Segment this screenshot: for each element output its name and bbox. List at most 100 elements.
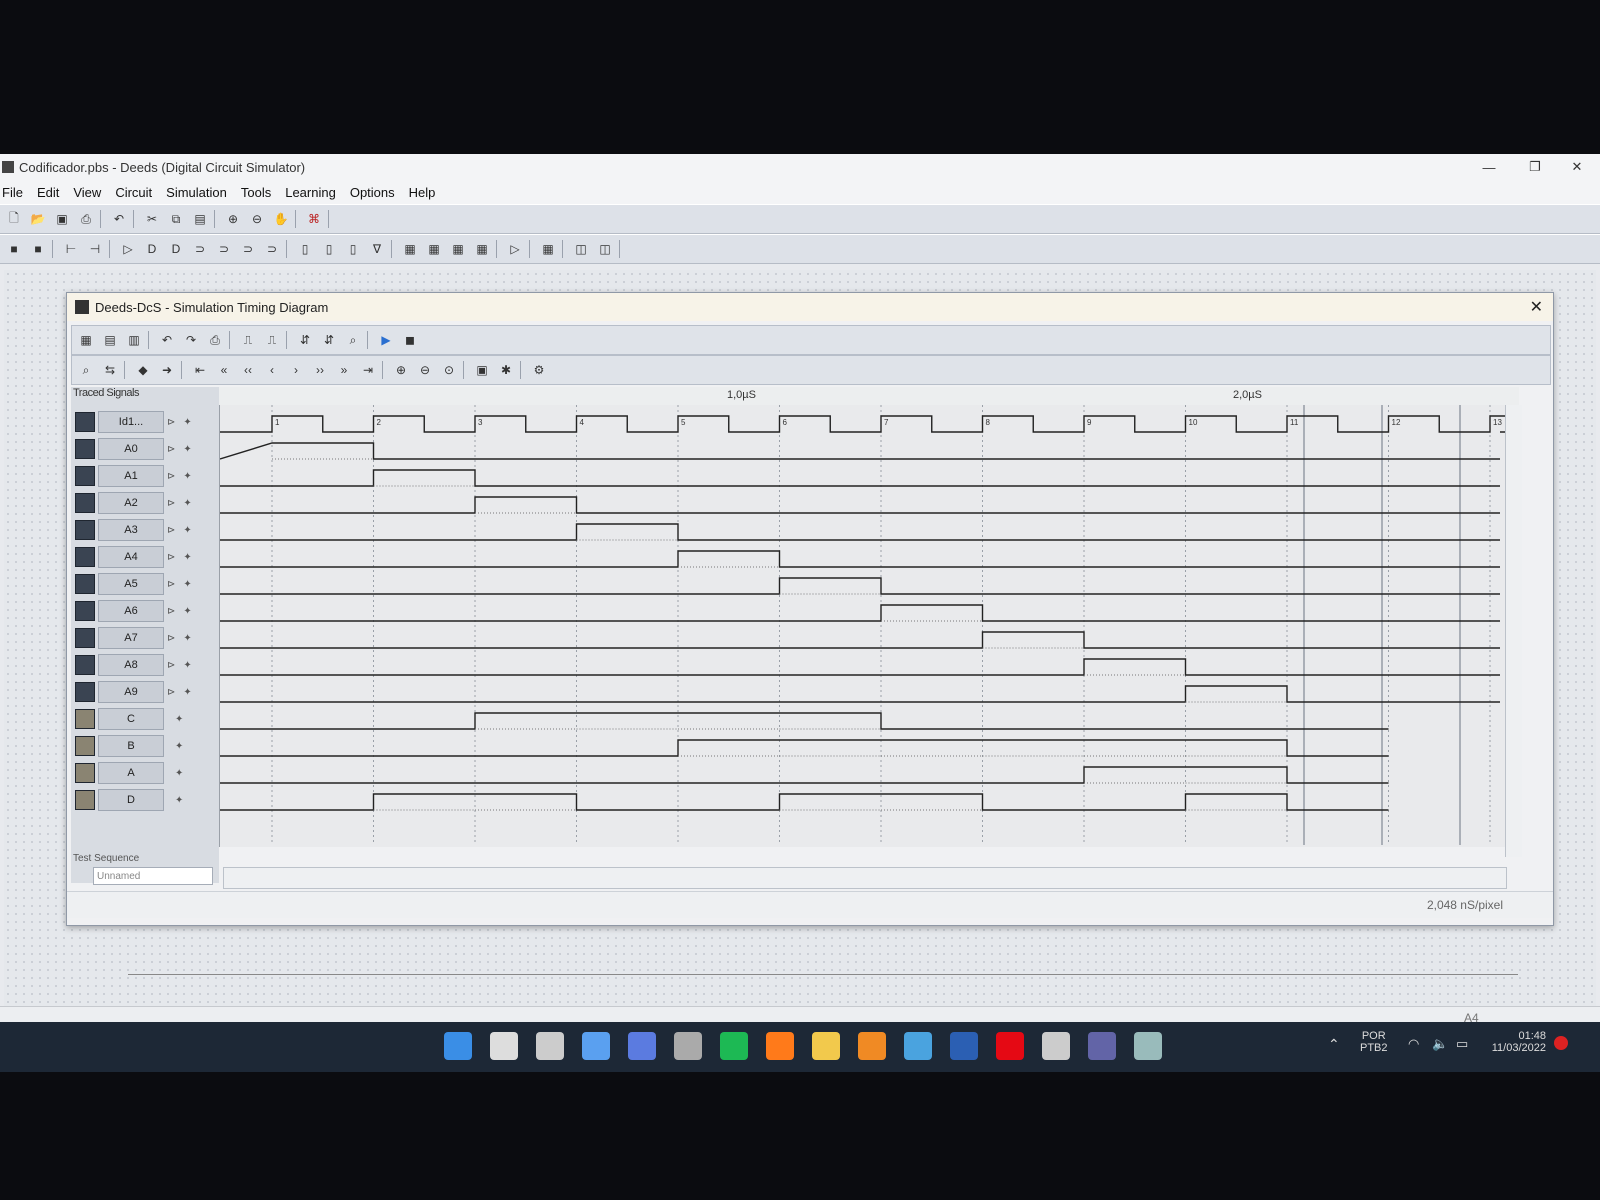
menu-edit[interactable]: Edit — [35, 185, 67, 200]
wifi-icon[interactable]: ◠ — [1408, 1036, 1419, 1052]
marker-icon[interactable]: ✦ — [183, 606, 191, 617]
xnor-gate-icon[interactable]: ⊃ — [262, 240, 282, 258]
marker-icon[interactable]: ✦ — [183, 579, 191, 590]
dialog-close-button[interactable]: ✕ — [1530, 297, 1543, 317]
mux-icon[interactable]: ▯ — [319, 240, 339, 258]
probe-icon[interactable]: ⊳ — [167, 471, 175, 482]
mail-icon[interactable] — [904, 1032, 932, 1060]
menu-simulation[interactable]: Simulation — [164, 185, 235, 200]
volume-icon[interactable]: 🔈 — [1432, 1036, 1448, 1052]
language-indicator[interactable]: POR PTB2 — [1360, 1030, 1388, 1054]
redo-icon[interactable]: ↷ — [181, 331, 201, 349]
grid-icon[interactable]: ▦ — [538, 240, 558, 258]
probe-icon[interactable]: ⊳ — [167, 579, 175, 590]
probe-icon[interactable]: ⊳ — [167, 633, 175, 644]
zoom-in-icon[interactable]: ⊕ — [391, 361, 411, 379]
signal-row-a5[interactable]: A5 ⊳ ✦ — [75, 573, 192, 595]
open-folder-icon[interactable]: 📂 — [28, 210, 48, 228]
sublime-icon[interactable] — [858, 1032, 886, 1060]
signal-row-a[interactable]: A ✦ — [75, 762, 183, 784]
simulation-icon[interactable]: ⌘ — [304, 210, 324, 228]
marker-icon[interactable]: ✦ — [183, 498, 191, 509]
waveform-area[interactable]: 1 2 3 4 5 6 7 8 9 10 11 12 13 — [219, 405, 1542, 847]
split-icon[interactable]: ⇵ — [319, 331, 339, 349]
play-icon[interactable]: ▶ — [376, 331, 396, 349]
prev-marker-icon[interactable]: ◆ — [133, 361, 153, 379]
battery-icon[interactable]: ▭ — [1456, 1036, 1468, 1052]
step-back-icon[interactable]: ‹ — [262, 361, 282, 379]
marker-icon[interactable]: ✦ — [175, 714, 183, 725]
netflix-icon[interactable] — [996, 1032, 1024, 1060]
alu-icon[interactable]: ▦ — [472, 240, 492, 258]
marker-icon[interactable]: ✦ — [183, 552, 191, 563]
spotify-icon[interactable] — [720, 1032, 748, 1060]
signal-row-a3[interactable]: A3 ⊳ ✦ — [75, 519, 192, 541]
demux-icon[interactable]: ▯ — [343, 240, 363, 258]
probe-icon[interactable]: ⊳ — [167, 687, 175, 698]
zoom-out-icon[interactable]: ⊖ — [415, 361, 435, 379]
menu-file[interactable]: File — [0, 185, 31, 200]
settings-icon[interactable]: ✱ — [496, 361, 516, 379]
marker-icon[interactable]: ✦ — [183, 471, 191, 482]
next-marker-icon[interactable]: ➜ — [157, 361, 177, 379]
marker-icon[interactable]: ✦ — [183, 687, 191, 698]
decoder-icon[interactable]: ∇ — [367, 240, 387, 258]
windows-start-icon[interactable] — [444, 1032, 472, 1060]
edge-rise-icon[interactable]: ⎍ — [238, 331, 258, 349]
signal-row-id1[interactable]: Id1... ⊳ ✦ — [75, 411, 192, 433]
forward-icon[interactable]: ›› — [310, 361, 330, 379]
goto-start-icon[interactable]: ⇤ — [190, 361, 210, 379]
print-icon[interactable]: ⎙ — [205, 331, 225, 349]
search-icon[interactable] — [490, 1032, 518, 1060]
probe-icon[interactable]: ⊳ — [167, 417, 175, 428]
marker-icon[interactable]: ✦ — [183, 525, 191, 536]
save-icon[interactable]: ▣ — [52, 210, 72, 228]
notification-badge-icon[interactable] — [1554, 1036, 1568, 1050]
marker-icon[interactable]: ✦ — [175, 768, 183, 779]
insert-icon[interactable]: ⇵ — [295, 331, 315, 349]
signal-row-a9[interactable]: A9 ⊳ ✦ — [75, 681, 192, 703]
clock[interactable]: 01:48 11/03/2022 — [1482, 1030, 1546, 1054]
export-icon[interactable]: ▣ — [472, 361, 492, 379]
zoom-fit-icon[interactable]: ⊙ — [439, 361, 459, 379]
nand-gate-icon[interactable]: D — [166, 240, 186, 258]
undo-icon[interactable]: ↶ — [157, 331, 177, 349]
marker-icon[interactable]: ✦ — [183, 417, 191, 428]
marker-icon[interactable]: ✦ — [175, 795, 183, 806]
hand-pan-icon[interactable]: ✋ — [271, 210, 291, 228]
signal-row-d[interactable]: D ✦ — [75, 789, 183, 811]
zoom-in-icon[interactable]: ⊕ — [223, 210, 243, 228]
edge-fall-icon[interactable]: ⎍ — [262, 331, 282, 349]
wire-node-icon[interactable]: ⊣ — [85, 240, 105, 258]
signal-row-a7[interactable]: A7 ⊳ ✦ — [75, 627, 192, 649]
task-view-icon[interactable] — [536, 1032, 564, 1060]
firefox-icon[interactable] — [766, 1032, 794, 1060]
paste-icon[interactable]: ▤ — [190, 210, 210, 228]
signal-row-a8[interactable]: A8 ⊳ ✦ — [75, 654, 192, 676]
print-icon[interactable]: ⎙ — [76, 210, 96, 228]
buffer-gate-icon[interactable]: ▷ — [118, 240, 138, 258]
xor-gate-icon[interactable]: ⊃ — [238, 240, 258, 258]
probe-icon[interactable]: ⊳ — [167, 498, 175, 509]
counter-icon[interactable]: ▦ — [424, 240, 444, 258]
probe-icon[interactable]: ⊳ — [167, 660, 175, 671]
signal-row-b[interactable]: B ✦ — [75, 735, 183, 757]
marker-icon[interactable]: ✦ — [183, 633, 191, 644]
signal-row-a4[interactable]: A4 ⊳ ✦ — [75, 546, 192, 568]
filter-icon[interactable]: ⇆ — [100, 361, 120, 379]
block-dark-icon[interactable]: ■ — [28, 240, 48, 258]
trace-icon[interactable]: ▦ — [76, 331, 96, 349]
or-gate-icon[interactable]: ⊃ — [190, 240, 210, 258]
chat-icon[interactable] — [628, 1032, 656, 1060]
menu-learning[interactable]: Learning — [283, 185, 344, 200]
block-icon[interactable]: ■ — [4, 240, 24, 258]
doc-delete-icon[interactable]: ▥ — [124, 331, 144, 349]
close-button[interactable]: ✕ — [1554, 154, 1600, 180]
marker-icon[interactable]: ✦ — [175, 741, 183, 752]
marker-icon[interactable]: ✦ — [183, 444, 191, 455]
teams-icon[interactable] — [1088, 1032, 1116, 1060]
doc-icon[interactable]: ▤ — [100, 331, 120, 349]
signal-row-a2[interactable]: A2 ⊳ ✦ — [75, 492, 192, 514]
vertical-scrollbar[interactable] — [1505, 405, 1522, 857]
terminal-icon[interactable] — [674, 1032, 702, 1060]
